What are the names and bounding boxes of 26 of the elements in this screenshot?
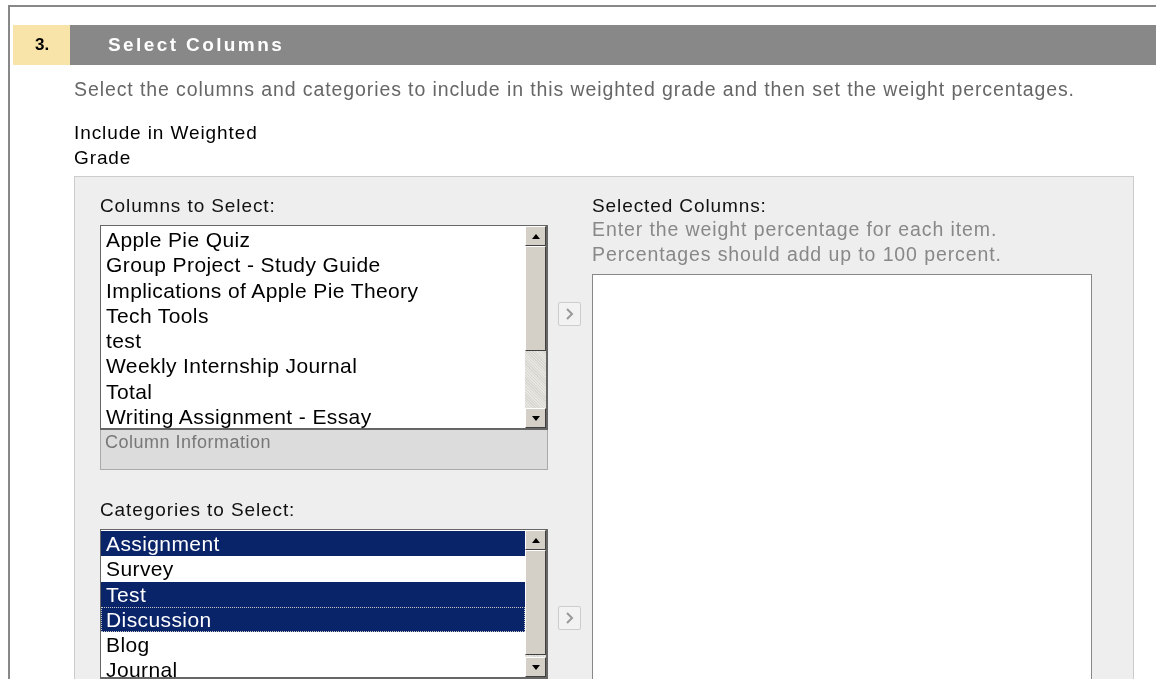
- list-option[interactable]: Implications of Apple Pie Theory: [101, 277, 525, 303]
- categories-listbox[interactable]: Assignment Survey Test Discussion Blog Journal: [100, 529, 548, 679]
- list-option[interactable]: Assignment: [101, 531, 525, 557]
- step-number: 3.: [13, 25, 70, 65]
- columns-listbox[interactable]: Apple Pie Quiz Group Project - Study Guide Implications of Apple Pie Theory Tech Tools test Weekly Internship Journal Total Writing Assignment - Essay: [100, 225, 548, 430]
- list-option[interactable]: Weekly Internship Journal: [101, 353, 525, 379]
- section-title: Select Columns: [108, 34, 285, 56]
- list-option[interactable]: Group Project - Study Guide: [101, 252, 525, 278]
- hint-text: Percentages should add up to 100 percent.: [592, 242, 1003, 267]
- list-label: Categories to Select:: [100, 499, 297, 521]
- list-option[interactable]: test: [101, 328, 525, 354]
- list-option[interactable]: Journal: [101, 657, 525, 677]
- list-option[interactable]: Apple Pie Quiz: [101, 227, 525, 253]
- list-option[interactable]: Discussion: [101, 606, 525, 633]
- list-option[interactable]: Total: [101, 378, 525, 405]
- instruction-text: Select the columns and categories to include in this weighted grade and then set the weight percentages.: [74, 77, 1076, 101]
- list-option[interactable]: Tech Tools: [101, 302, 525, 329]
- column-info-text: Column Information: [105, 432, 272, 452]
- hint-text: Enter the weight percentage for each item.: [592, 217, 999, 242]
- list-label: Columns to Select:: [100, 195, 277, 217]
- include-label: Include in Weighted Grade: [74, 121, 259, 170]
- list-option[interactable]: Writing Assignment - Essay: [101, 404, 525, 428]
- list-option[interactable]: Blog: [101, 632, 525, 658]
- list-option[interactable]: Test: [101, 581, 525, 607]
- list-option[interactable]: Survey: [101, 556, 525, 582]
- list-label: Selected Columns:: [592, 195, 768, 217]
